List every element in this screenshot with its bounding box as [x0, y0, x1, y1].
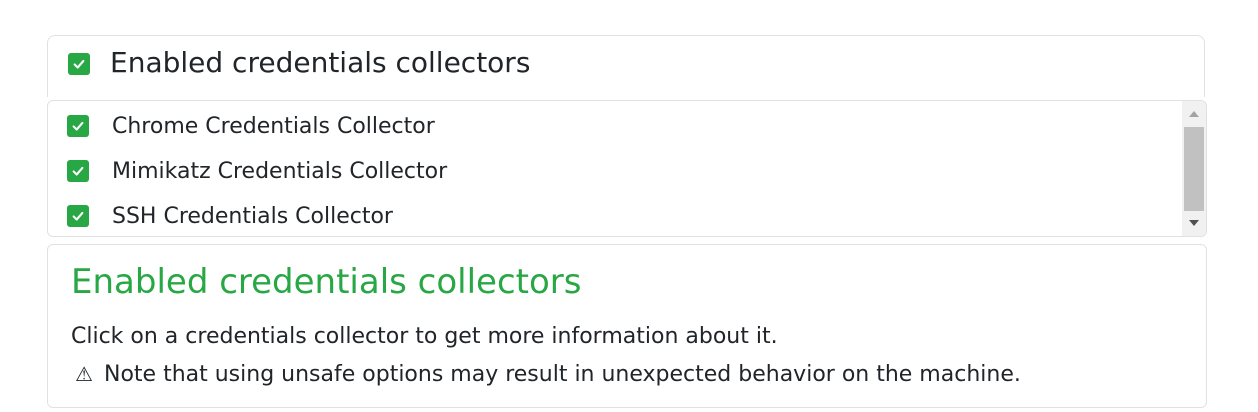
checkmark-icon — [72, 166, 84, 176]
warning-note: ⚠ Note that using unsafe options may res… — [75, 360, 1021, 389]
warning-text: Note that using unsafe options may resul… — [104, 362, 1021, 387]
list-item[interactable]: SSH Credentials Collector — [48, 195, 1178, 235]
collector-checkbox[interactable] — [67, 205, 89, 227]
collector-label: SSH Credentials Collector — [112, 204, 393, 229]
list-item[interactable]: Chrome Credentials Collector — [48, 105, 1178, 145]
panel-title: Enabled credentials collectors — [110, 46, 531, 79]
warning-icon: ⚠ — [75, 362, 93, 386]
collector-checkbox[interactable] — [67, 160, 89, 182]
collector-label: Chrome Credentials Collector — [112, 114, 435, 139]
list-scrollbar[interactable] — [1182, 101, 1206, 236]
info-title: Enabled credentials collectors — [71, 262, 582, 302]
collector-checkbox[interactable] — [67, 115, 89, 137]
collector-label: Mimikatz Credentials Collector — [112, 159, 448, 184]
info-description: Click on a credentials collector to get … — [71, 324, 778, 349]
list-item[interactable]: Mimikatz Credentials Collector — [48, 150, 1178, 190]
checkmark-icon — [73, 59, 85, 69]
collectors-list: Chrome Credentials Collector Mimikatz Cr… — [47, 100, 1207, 237]
info-panel: Enabled credentials collectors Click on … — [47, 244, 1207, 408]
checkmark-icon — [72, 121, 84, 131]
scroll-down-arrow-icon[interactable] — [1189, 220, 1199, 226]
collectors-panel-header: Enabled credentials collectors — [47, 35, 1205, 97]
select-all-checkbox[interactable] — [68, 53, 90, 75]
scroll-up-arrow-icon[interactable] — [1189, 111, 1199, 117]
checkmark-icon — [72, 211, 84, 221]
scroll-thumb[interactable] — [1184, 127, 1204, 211]
